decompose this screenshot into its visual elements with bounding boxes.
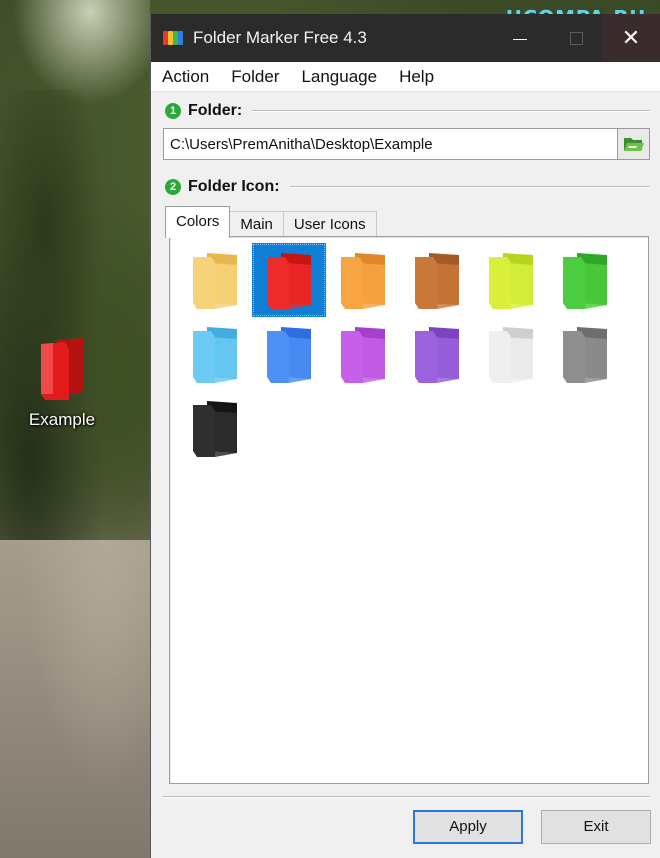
color-option-light-blue[interactable] [178,317,252,391]
title-bar[interactable]: Folder Marker Free 4.3 ✕ [151,14,660,62]
section-divider [252,110,650,112]
wallpaper-trees [0,90,150,550]
folder-path-row [163,128,650,160]
tab-colors[interactable]: Colors [165,206,231,238]
icon-section-header: 2 Folder Icon: [151,174,660,200]
color-option-white[interactable] [474,317,548,391]
red-folder-icon [41,338,83,400]
color-option-black[interactable] [178,391,252,465]
minimize-icon [513,38,527,40]
folder-section-label: Folder: [188,102,243,119]
desktop-icon-label: Example [28,410,96,429]
light-blue-folder-icon [193,327,237,383]
menu-folder[interactable]: Folder [220,62,290,92]
wallpaper-road [0,540,150,858]
folder-section-header: 1 Folder: [151,98,660,124]
color-option-brown[interactable] [400,243,474,317]
color-icon-grid [178,243,622,465]
lime-folder-icon [489,253,533,309]
maximize-icon [569,31,583,45]
color-option-blue[interactable] [252,317,326,391]
footer-divider [163,796,650,798]
close-icon: ✕ [621,25,641,50]
browse-folder-button[interactable] [618,128,650,160]
icon-section-label: Folder Icon: [188,178,280,195]
blue-folder-icon [267,327,311,383]
color-icons-panel [169,236,649,784]
green-folder-icon [563,253,607,309]
purple-folder-icon [415,327,459,383]
gray-folder-icon [563,327,607,383]
window-title: Folder Marker Free 4.3 [193,28,367,47]
color-option-orange[interactable] [326,243,400,317]
menu-action[interactable]: Action [151,62,220,92]
app-logo-icon [163,29,183,47]
folder-path-input[interactable] [163,128,618,160]
magenta-folder-icon [341,327,385,383]
minimize-button[interactable] [492,14,548,62]
icon-tabs: Colors Main User Icons [165,206,650,238]
red-folder-icon [267,253,311,309]
step-one-badge: 1 [165,103,181,119]
close-button[interactable]: ✕ [602,14,660,62]
black-folder-icon [193,401,237,457]
orange-folder-icon [341,253,385,309]
menu-language[interactable]: Language [290,62,388,92]
color-option-lime[interactable] [474,243,548,317]
color-option-purple[interactable] [400,317,474,391]
apply-button[interactable]: Apply [413,810,523,844]
menu-bar: Action Folder Language Help [151,62,660,92]
open-folder-icon [623,138,644,151]
color-option-yellow[interactable] [178,243,252,317]
desktop-folder-example[interactable]: Example [20,336,104,430]
color-option-gray[interactable] [548,317,622,391]
tab-user-icons[interactable]: User Icons [282,211,377,238]
tab-main[interactable]: Main [229,211,284,238]
white-folder-icon [489,327,533,383]
menu-help[interactable]: Help [388,62,445,92]
section-divider [289,186,650,188]
exit-button[interactable]: Exit [541,810,651,844]
color-option-green[interactable] [548,243,622,317]
folder-marker-window: Folder Marker Free 4.3 ✕ Action Folder L… [150,14,660,858]
color-option-red[interactable] [252,243,326,317]
step-two-badge: 2 [165,179,181,195]
yellow-folder-icon [193,253,237,309]
maximize-button[interactable] [548,14,604,62]
color-option-magenta[interactable] [326,317,400,391]
brown-folder-icon [415,253,459,309]
